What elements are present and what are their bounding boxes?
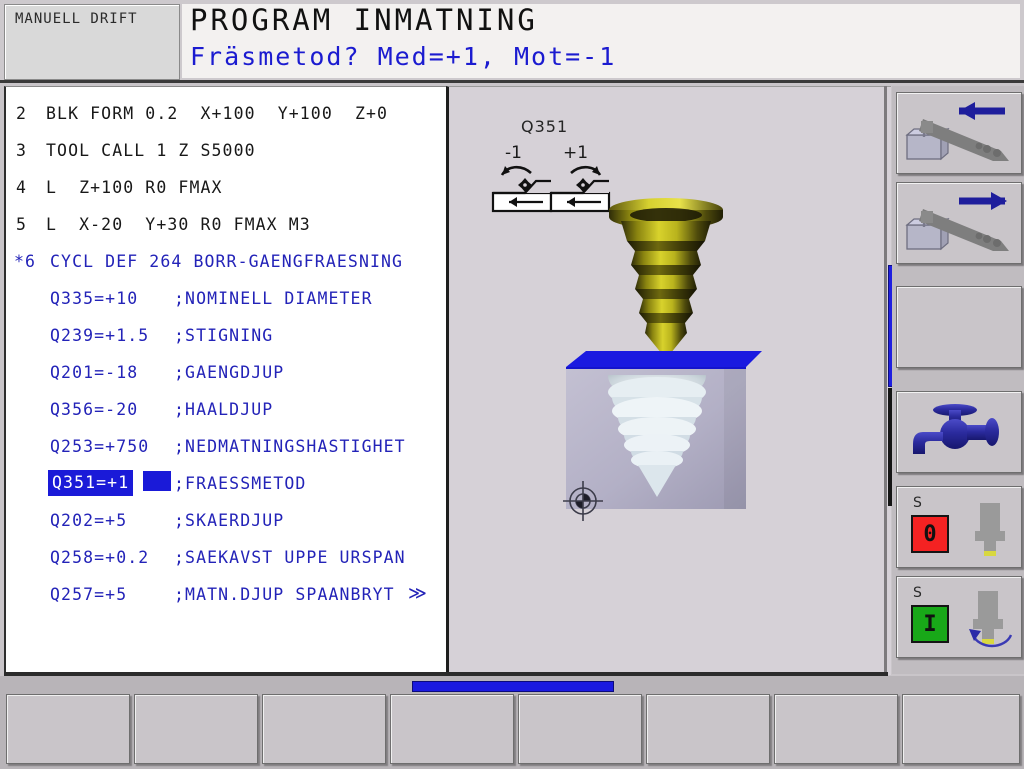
title-box: PROGRAM INMATNING Fräsmetod? Med=+1, Mot… xyxy=(182,3,1020,78)
graphic-option-minus-label: -1 xyxy=(505,143,522,163)
param-name: Q258=+0.2 xyxy=(50,548,150,567)
param-name: Q239=+1.5 xyxy=(50,326,150,345)
param-comment: ;FRAESSMETOD xyxy=(174,474,307,493)
param-comment: ;MATN.DJUP SPAANBRYT xyxy=(174,585,395,604)
param-comment: ;NOMINELL DIAMETER xyxy=(174,289,373,308)
softkey-spindle-stop[interactable]: S 0 xyxy=(896,486,1022,568)
datum-origin-icon xyxy=(563,481,603,521)
param-name: Q257=+5 xyxy=(50,585,128,604)
param-comment: ;SAEKAVST UPPE URSPAN xyxy=(174,548,406,567)
chip-conveyor-arrow-left-icon xyxy=(905,102,1009,161)
line-text: BLK FORM 0.2 X+100 Y+100 Z+0 xyxy=(46,104,389,123)
spindle-rotate-icon xyxy=(969,591,1013,648)
program-line-cycle-def[interactable]: *6 CYCL DEF 264 BORR-GAENGFRAESNING xyxy=(6,243,446,280)
param-comment: ;GAENGDJUP xyxy=(174,363,285,382)
line-number: 4 xyxy=(16,178,28,197)
operating-mode-box[interactable]: MANUELL DRIFT xyxy=(4,4,180,80)
bottom-softkey-bar xyxy=(0,676,1024,769)
program-line[interactable]: 2 BLK FORM 0.2 X+100 Y+100 Z+0 xyxy=(6,95,446,132)
edit-cursor-block xyxy=(143,471,171,491)
softkey-page-indicator xyxy=(412,681,614,692)
softkey-bottom-8[interactable] xyxy=(902,694,1020,764)
softkey-chip-conveyor-right[interactable] xyxy=(896,182,1022,264)
param-name: Q335=+10 xyxy=(50,289,139,308)
program-param-row[interactable]: Q239=+1.5 ;STIGNING xyxy=(6,317,446,354)
param-comment: ;HAALDJUP xyxy=(174,400,274,419)
tnc-control-screen: MANUELL DRIFT PROGRAM INMATNING Fräsmeto… xyxy=(0,0,1024,769)
thread-screw-icon xyxy=(609,198,723,359)
softkey-bottom-7[interactable] xyxy=(774,694,898,764)
param-name-selected[interactable]: Q351=+1 xyxy=(48,470,134,496)
program-param-row[interactable]: Q202=+5 ;SKAERDJUP xyxy=(6,502,446,539)
program-param-row[interactable]: Q335=+10 ;NOMINELL DIAMETER xyxy=(6,280,446,317)
panel-divider xyxy=(884,86,887,674)
softkey-bottom-1[interactable] xyxy=(6,694,130,764)
page-title: PROGRAM INMATNING xyxy=(190,3,538,37)
operating-mode-label: MANUELL DRIFT xyxy=(15,11,138,27)
line-number: 5 xyxy=(16,215,28,234)
help-graphic-panel: Q351 -1 +1 xyxy=(446,86,891,675)
spindle-state-indicator: 0 xyxy=(911,515,949,553)
program-line[interactable]: 5 L X-20 Y+30 R0 FMAX M3 xyxy=(6,206,446,243)
line-number: 2 xyxy=(16,104,28,123)
graphic-option-plus-label: +1 xyxy=(563,143,589,163)
program-param-row[interactable]: Q258=+0.2 ;SAEKAVST UPPE URSPAN xyxy=(6,539,446,576)
softkey-spindle-start[interactable]: S I xyxy=(896,576,1022,658)
spindle-state-indicator: I xyxy=(911,605,949,643)
line-number: *6 xyxy=(14,252,37,271)
softkey-bottom-6[interactable] xyxy=(646,694,770,764)
header-bar: MANUELL DRIFT PROGRAM INMATNING Fräsmeto… xyxy=(0,0,1024,82)
header-divider xyxy=(0,80,1024,83)
prompt-message: Fräsmetod? Med=+1, Mot=-1 xyxy=(190,42,617,71)
spindle-axis-label: S xyxy=(913,495,922,511)
program-line[interactable]: 3 TOOL CALL 1 Z S5000 xyxy=(6,132,446,169)
softkey-chip-conveyor-left[interactable] xyxy=(896,92,1022,174)
softkey-blank[interactable] xyxy=(896,286,1022,368)
param-name: Q356=-20 xyxy=(50,400,139,419)
param-comment: ;STIGNING xyxy=(174,326,274,345)
softkey-bottom-3[interactable] xyxy=(262,694,386,764)
param-comment: ;NEDMATNINGSHASTIGHET xyxy=(174,437,406,456)
softkey-bottom-5[interactable] xyxy=(518,694,642,764)
spindle-axis-label: S xyxy=(913,585,922,601)
spindle-icon xyxy=(975,503,1005,556)
param-comment: ;SKAERDJUP xyxy=(174,511,285,530)
program-line[interactable]: 4 L Z+100 R0 FMAX xyxy=(6,169,446,206)
param-name: Q253=+750 xyxy=(50,437,150,456)
coolant-tap-icon xyxy=(913,404,999,454)
more-params-chevron-icon[interactable]: ≫ xyxy=(408,583,428,604)
program-param-row[interactable]: Q201=-18 ;GAENGDJUP xyxy=(6,354,446,391)
program-param-row[interactable]: Q356=-20 ;HAALDJUP xyxy=(6,391,446,428)
line-text: TOOL CALL 1 Z S5000 xyxy=(46,141,256,160)
program-param-row-selected[interactable]: Q351=+1 ;FRAESSMETOD xyxy=(6,465,446,502)
program-param-row[interactable]: Q257=+5 ;MATN.DJUP SPAANBRYT ≫ xyxy=(6,576,446,613)
program-param-row[interactable]: Q253=+750 ;NEDMATNINGSHASTIGHET xyxy=(6,428,446,465)
line-text: CYCL DEF 264 BORR-GAENGFRAESNING xyxy=(50,252,404,271)
softkey-coolant[interactable] xyxy=(896,391,1022,473)
softkey-bottom-4[interactable] xyxy=(390,694,514,764)
chip-conveyor-arrow-right-icon xyxy=(905,192,1009,251)
line-number: 3 xyxy=(16,141,28,160)
param-name: Q201=-18 xyxy=(50,363,139,382)
softkey-bottom-2[interactable] xyxy=(134,694,258,764)
line-text: L Z+100 R0 FMAX xyxy=(46,178,223,197)
line-text: L X-20 Y+30 R0 FMAX M3 xyxy=(46,215,311,234)
param-name: Q202=+5 xyxy=(50,511,128,530)
program-listing[interactable]: 2 BLK FORM 0.2 X+100 Y+100 Z+0 3 TOOL CA… xyxy=(4,86,446,675)
graphic-parameter-label: Q351 xyxy=(521,117,569,136)
vertical-softkey-column: S 0 S I xyxy=(892,86,1024,674)
